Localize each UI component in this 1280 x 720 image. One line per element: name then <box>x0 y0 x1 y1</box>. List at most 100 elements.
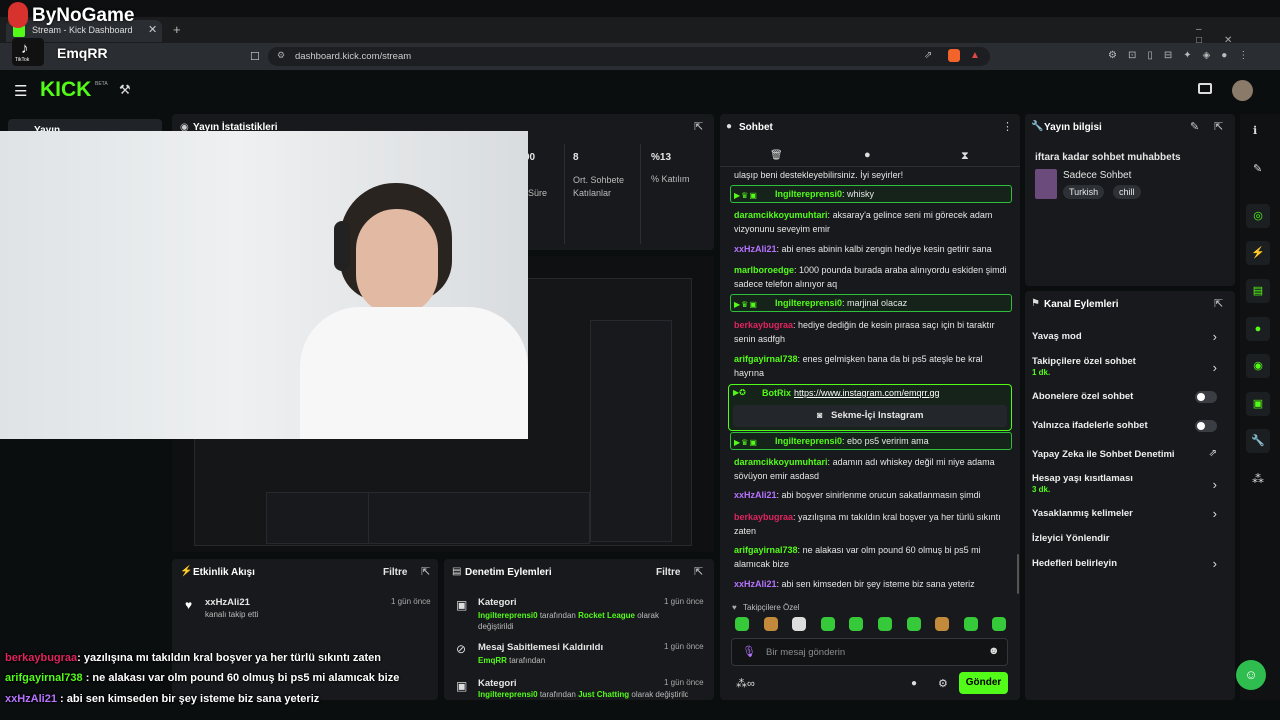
activity-popout-icon[interactable]: ⇱ <box>421 565 430 578</box>
lightning-rail-icon[interactable]: ⚡ <box>1246 241 1270 265</box>
wrench-rail-icon[interactable]: 🔧 <box>1246 429 1270 453</box>
tab-close-icon[interactable]: ✕ <box>148 23 157 36</box>
emote-icon[interactable] <box>792 617 806 631</box>
chat-message[interactable]: berkaybugraa: yazılışına mı takıldın kra… <box>734 510 1010 538</box>
goals-row[interactable]: Hedefleri belirleyin › <box>1032 556 1227 574</box>
pencil-icon[interactable]: ✎ <box>1253 162 1262 175</box>
chat-message[interactable]: xxHzAli21: abi boşver sinirlenme orucun … <box>734 488 1010 502</box>
popout-icon[interactable]: ⇱ <box>694 120 703 133</box>
emote-icon[interactable] <box>735 617 749 631</box>
row-label: Yapay Zeka ile Sohbet Denetimi <box>1032 449 1175 460</box>
botrix-message[interactable]: ▶✪ BotRix https://www.instagram.com/emqr… <box>728 384 1012 431</box>
ai-moderation-row[interactable]: Yapay Zeka ile Sohbet Denetimi ⇗ <box>1032 448 1227 465</box>
instagram-link[interactable]: https://www.instagram.com/emqrr.gg <box>794 388 940 398</box>
chat-message[interactable]: ▶♛▣ Ingiltereprensi0: marjinal olacaz <box>730 294 1012 312</box>
channel-actions-popout-icon[interactable]: ⇱ <box>1214 297 1223 310</box>
chat-input[interactable]: 🎙 Bir mesaj gönderin ☻ <box>731 638 1008 666</box>
address-bar[interactable]: ⚙ dashboard.kick.com/stream ⇗ ▲ <box>268 47 990 66</box>
chat-message[interactable]: marlboroedge: 1000 poundа burada araba a… <box>734 263 1010 291</box>
mod-badges-icon: ▶♛▣ <box>734 438 758 447</box>
chat-panel: ● Sohbet ⋮ 🗑 ● ⧗ ulaşıp beni destekleyeb… <box>720 114 1020 700</box>
broadcast-icon[interactable]: ◉ <box>1246 354 1270 378</box>
gear-icon[interactable]: ⚙ <box>938 677 948 690</box>
row-sub: 1 dk. <box>1032 368 1051 377</box>
emote-icon[interactable] <box>878 617 892 631</box>
chat-message[interactable]: xxHzAli21: abi sen kimseden bir şey iste… <box>734 577 1010 591</box>
user-avatar[interactable] <box>1232 80 1253 101</box>
stream-info-title: Yayın bilgisi <box>1044 122 1102 133</box>
mod-action-time: 1 gün önce <box>664 597 704 606</box>
overlay-chat-line: berkaybugraa: yazılışına mı takıldın kra… <box>5 652 381 664</box>
emotes-only-row[interactable]: Yalnızca ifadelerle sohbet <box>1032 420 1227 436</box>
chat-message[interactable]: berkaybugraa: hediye dediğin de kesin pı… <box>734 318 1010 346</box>
brave-shield-icon[interactable] <box>948 49 960 62</box>
followers-only-row[interactable]: Takipçilere özel sohbet 1 dk. › <box>1032 356 1227 382</box>
chat-more-icon[interactable]: ⋮ <box>1002 120 1013 133</box>
chat-message[interactable]: xxHzAli21: abi enes abinin kalbi zengin … <box>734 242 1010 256</box>
camera-icon[interactable]: ◎ <box>1246 204 1270 228</box>
chat-message[interactable]: daramcikkoyumuhtari: aksaray'a gelince s… <box>734 208 1010 236</box>
emote-icon[interactable] <box>849 617 863 631</box>
hourglass-icon[interactable]: ⧗ <box>961 150 969 163</box>
more-rail-icon[interactable]: ⁂ <box>1252 472 1264 486</box>
banned-words-row[interactable]: Yasaklanmış kelimeler › <box>1032 506 1227 524</box>
bynogame-watermark: ByNoGame <box>32 5 135 26</box>
browser-toolbar-icons[interactable]: ⚙⊡▯⊟✦◈●⋮ <box>1108 50 1270 64</box>
emote-icon[interactable] <box>935 617 949 631</box>
chat-message[interactable]: ▶♛▣ Ingiltereprensi0: ebo ps5 veririm ama <box>730 432 1012 450</box>
kick-points-icon[interactable]: ⁂∞ <box>736 677 755 690</box>
slow-mode-row[interactable]: Yavaş mod › <box>1032 329 1227 347</box>
stat-label-chatters: Ort. Sohbete Katılanlar <box>573 175 625 198</box>
emote-icon[interactable] <box>964 617 978 631</box>
moderation-popout-icon[interactable]: ⇱ <box>694 565 703 578</box>
trash-icon[interactable]: 🗑 <box>770 150 783 161</box>
hammer-icon[interactable]: ⚒ <box>119 82 131 98</box>
tag-chip[interactable]: chill <box>1113 185 1141 199</box>
edit-pencil-icon[interactable]: ✎ <box>1190 120 1199 133</box>
account-age-row[interactable]: Hesap yaşı kısıtlaması 3 dk. › <box>1032 473 1227 499</box>
subscribers-only-row[interactable]: Abonelere özel sohbet <box>1032 391 1227 407</box>
chat-message[interactable]: daramcikkoyumuhtari: adamın adı whiskey … <box>734 455 1010 483</box>
bookmark-icon[interactable]: ☐ <box>250 50 260 63</box>
brave-rewards-icon[interactable]: ▲ <box>970 50 980 61</box>
chat-settings-bubble-icon[interactable]: ● <box>911 678 917 689</box>
kick-logo[interactable]: KICK <box>40 78 91 102</box>
emoji-icon[interactable]: ☻ <box>988 645 1000 657</box>
share-icon[interactable]: ⇗ <box>924 50 932 61</box>
window-controls[interactable]: –□✕ <box>1196 24 1272 46</box>
chat-rail-icon[interactable]: ● <box>1246 317 1270 341</box>
chat-message[interactable]: arifgayirnal738: ne alakası var olm poun… <box>734 543 1010 571</box>
chat-message[interactable]: ▶♛▣ Ingiltereprensi0: whisky <box>730 185 1012 203</box>
instagram-button[interactable]: ◙ Sekme-İçi Instagram <box>733 405 1007 427</box>
microphone-icon[interactable]: 🎙 <box>742 645 756 658</box>
tag-chip[interactable]: Turkish <box>1063 185 1105 199</box>
stat-label-engagement: % Katılım <box>651 174 690 184</box>
chat-message[interactable]: arifgayirnal738: enes gelmişken bana da … <box>734 352 1010 380</box>
support-chat-icon[interactable]: ☺ <box>1236 660 1266 690</box>
emote-icon[interactable] <box>907 617 921 631</box>
stream-info-rail-icon[interactable]: ▣ <box>1246 392 1270 416</box>
raid-row[interactable]: İzleyici Yönlendir <box>1032 533 1227 549</box>
botrix-user: BotRix <box>762 388 791 398</box>
hamburger-menu-icon[interactable]: ☰ <box>14 82 27 100</box>
send-button[interactable]: Gönder <box>959 672 1008 694</box>
new-tab-button[interactable]: + <box>173 22 181 37</box>
emote-icon[interactable] <box>764 617 778 631</box>
stream-info-popout-icon[interactable]: ⇱ <box>1214 120 1223 133</box>
activity-filter-button[interactable]: Filtre <box>383 567 407 578</box>
mod-action-detail: EmqRR tarafından <box>478 656 546 665</box>
chat-scrollbar[interactable] <box>1017 554 1019 594</box>
document-rail-icon[interactable]: ▤ <box>1246 279 1270 303</box>
category-thumbnail <box>1035 169 1057 199</box>
mod-action-time: 1 gün önce <box>664 678 704 687</box>
category-name[interactable]: Sadece Sohbet <box>1063 170 1131 181</box>
site-info-icon[interactable]: ⚙ <box>277 50 285 61</box>
bot-badges-icon: ▶✪ <box>733 388 746 397</box>
moderation-filter-button[interactable]: Filtre <box>656 567 680 578</box>
emote-icon[interactable] <box>992 617 1006 631</box>
row-label: Yavaş mod <box>1032 331 1082 342</box>
chat-mode-icon[interactable]: ● <box>864 149 871 161</box>
info-icon[interactable]: ℹ <box>1253 124 1257 137</box>
stream-preview-icon[interactable] <box>1198 83 1212 94</box>
emote-icon[interactable] <box>821 617 835 631</box>
